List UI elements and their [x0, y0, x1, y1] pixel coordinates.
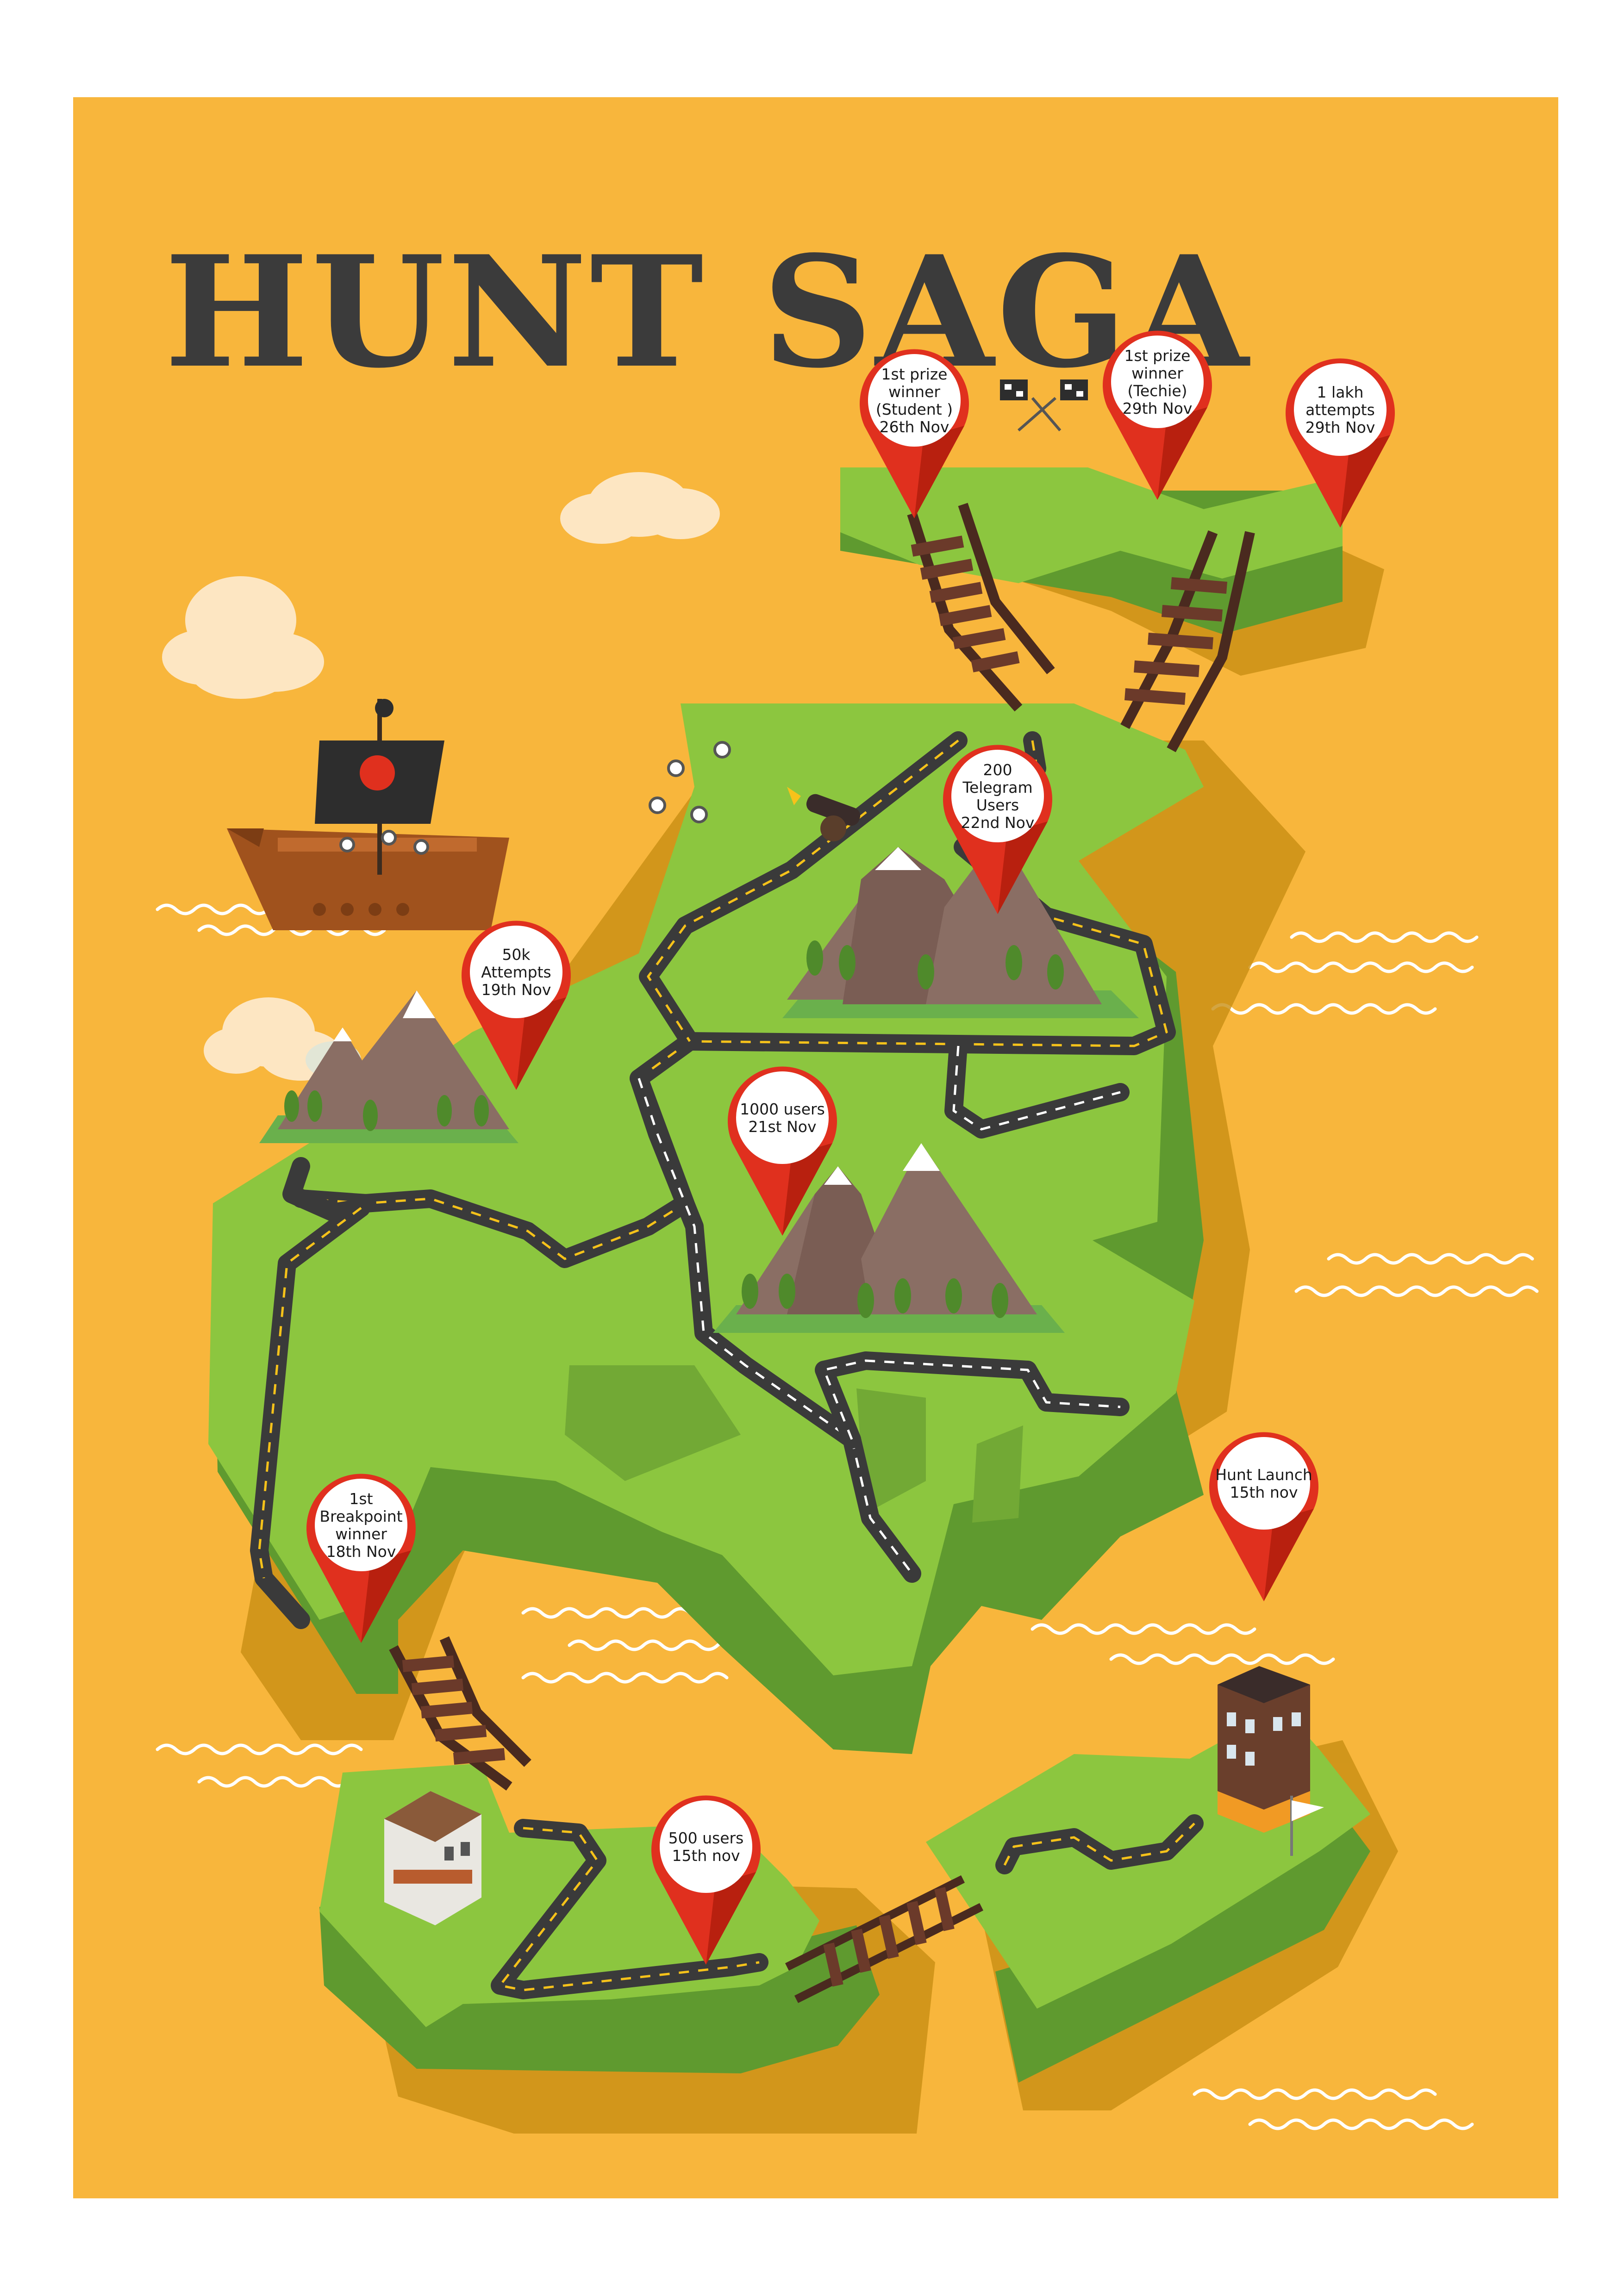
pin-label-line: attempts: [1305, 401, 1375, 419]
pin-label-line: Hunt Launch: [1215, 1466, 1312, 1484]
pin-label-line: 50k: [502, 946, 531, 964]
pin-label-line: Attempts: [481, 963, 551, 981]
pin-label-line: 1st prize: [881, 365, 948, 383]
pin-label-line: winner: [1131, 364, 1183, 382]
pin-label-line: 18th Nov: [326, 1543, 396, 1561]
pin-label-line: 1st: [349, 1490, 373, 1508]
poster: HUNT SAGA Hunt Launch15th nov500 users15…: [0, 0, 1624, 2296]
house-icon: [384, 1791, 481, 1925]
page-title: HUNT SAGA: [164, 222, 1252, 402]
pin-label-line: 500 users: [668, 1829, 744, 1847]
pin-label-line: Breakpoint: [319, 1507, 402, 1525]
pin-label-line: 1000 users: [740, 1100, 825, 1118]
pin-label-line: 21st Nov: [748, 1118, 816, 1136]
pin-label-line: 22nd Nov: [961, 814, 1035, 832]
pin-label-line: 15th nov: [1230, 1483, 1298, 1501]
pin-label-line: 26th Nov: [880, 418, 949, 436]
pin-label-line: 19th Nov: [481, 981, 551, 999]
pin-label-line: Telegram: [962, 778, 1032, 796]
pin-label-line: Users: [976, 796, 1019, 814]
pin-label-line: 29th Nov: [1123, 399, 1193, 417]
pin-label-line: winner: [335, 1525, 387, 1543]
pin-label-line: winner: [888, 383, 940, 401]
pin-label-line: (Techie): [1127, 382, 1187, 400]
pin-label-line: 29th Nov: [1305, 418, 1375, 436]
pin-label-line: (Student ): [876, 400, 953, 418]
pin-label-line: 1 lakh: [1317, 383, 1364, 401]
pin-label-line: 1st prize: [1124, 347, 1191, 365]
pin-label-line: 200: [983, 761, 1012, 779]
pin-label-line: 15th nov: [672, 1847, 740, 1865]
